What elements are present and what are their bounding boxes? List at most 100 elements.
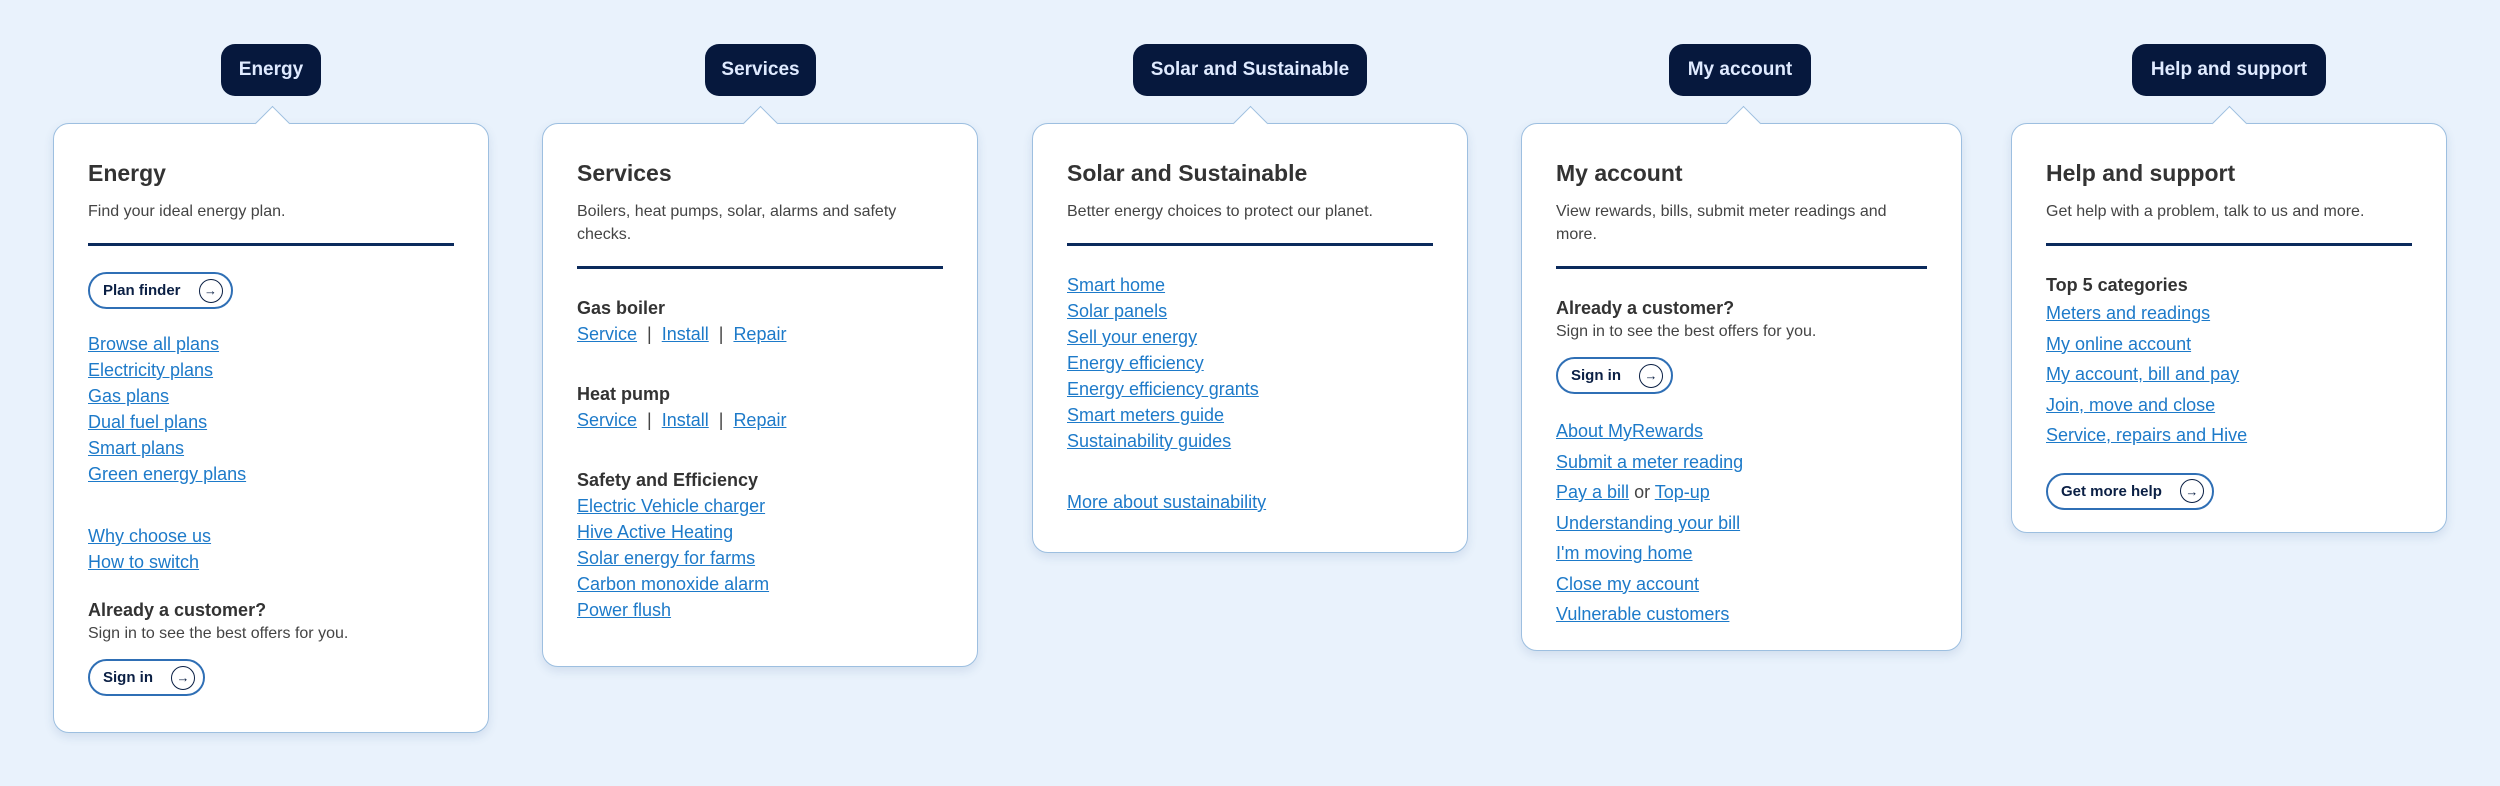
heat-pump-heading: Heat pump xyxy=(577,384,671,404)
sign-in-label: Sign in xyxy=(103,669,153,686)
link-heat-pump-service[interactable]: Service xyxy=(577,410,637,430)
link-how-to-switch[interactable]: How to switch xyxy=(88,549,199,575)
panel-notch xyxy=(254,105,291,142)
link-carbon-monoxide-alarm[interactable]: Carbon monoxide alarm xyxy=(577,571,769,597)
panel-title: Energy xyxy=(88,160,166,186)
sign-in-button[interactable]: Sign in → xyxy=(88,659,205,696)
tab-help-and-support[interactable]: Help and support xyxy=(2132,44,2326,96)
link-sell-your-energy[interactable]: Sell your energy xyxy=(1067,324,1197,350)
link-energy-efficiency-grants[interactable]: Energy efficiency grants xyxy=(1067,376,1259,402)
link-close-my-account[interactable]: Close my account xyxy=(1556,569,1699,600)
customer-heading: Already a customer? xyxy=(1556,298,1735,318)
separator: | xyxy=(718,324,724,344)
solar-links: Smart home Solar panels Sell your energy… xyxy=(1067,272,1433,454)
link-power-flush[interactable]: Power flush xyxy=(577,597,671,623)
account-links: About MyRewards Submit a meter reading P… xyxy=(1556,416,1927,630)
link-dual-fuel-plans[interactable]: Dual fuel plans xyxy=(88,409,207,435)
link-my-online-account[interactable]: My online account xyxy=(2046,329,2191,360)
link-heat-pump-repair[interactable]: Repair xyxy=(733,410,786,430)
link-understanding-your-bill[interactable]: Understanding your bill xyxy=(1556,508,1740,539)
customer-text: Sign in to see the best offers for you. xyxy=(88,625,349,642)
divider xyxy=(577,266,943,269)
sign-in-label: Sign in xyxy=(1571,367,1621,384)
energy-plan-links: Browse all plans Electricity plans Gas p… xyxy=(88,331,454,487)
separator: | xyxy=(647,410,652,430)
link-gas-boiler-install[interactable]: Install xyxy=(662,324,709,344)
tab-energy[interactable]: Energy xyxy=(221,44,321,96)
panel-description: View rewards, bills, submit meter readin… xyxy=(1556,203,1887,243)
link-more-about-sustainability[interactable]: More about sustainability xyxy=(1067,489,1266,515)
or-text: or xyxy=(1634,482,1651,502)
panel-notch xyxy=(2211,105,2248,142)
link-join-move-close[interactable]: Join, move and close xyxy=(2046,390,2215,421)
help-links: Meters and readings My online account My… xyxy=(2046,298,2412,451)
link-heat-pump-install[interactable]: Install xyxy=(662,410,709,430)
customer-heading: Already a customer? xyxy=(88,600,267,620)
link-vulnerable-customers[interactable]: Vulnerable customers xyxy=(1556,599,1729,630)
panel-title: Services xyxy=(577,160,672,186)
gas-boiler-heading: Gas boiler xyxy=(577,298,666,318)
link-browse-all-plans[interactable]: Browse all plans xyxy=(88,331,219,357)
link-gas-boiler-repair[interactable]: Repair xyxy=(733,324,786,344)
link-hive-active-heating[interactable]: Hive Active Heating xyxy=(577,519,733,545)
categories-heading: Top 5 categories xyxy=(2046,275,2188,295)
help-panel: Help and support Get help with a problem… xyxy=(2011,105,2447,533)
customer-text: Sign in to see the best offers for you. xyxy=(1556,323,1817,340)
link-about-myrewards[interactable]: About MyRewards xyxy=(1556,416,1703,447)
tab-solar-and-sustainable[interactable]: Solar and Sustainable xyxy=(1133,44,1367,96)
link-gas-plans[interactable]: Gas plans xyxy=(88,383,169,409)
link-solar-energy-farms[interactable]: Solar energy for farms xyxy=(577,545,755,571)
plan-finder-button[interactable]: Plan finder → xyxy=(88,272,233,309)
link-energy-efficiency[interactable]: Energy efficiency xyxy=(1067,350,1204,376)
safety-links: Electric Vehicle charger Hive Active Hea… xyxy=(577,493,943,623)
panel-description: Get help with a problem, talk to us and … xyxy=(2046,203,2365,220)
gas-boiler-links: Service | Install | Repair xyxy=(577,321,943,347)
get-more-help-label: Get more help xyxy=(2061,482,2162,500)
arrow-right-icon: → xyxy=(171,665,195,690)
link-meters-and-readings[interactable]: Meters and readings xyxy=(2046,298,2210,329)
account-panel: My account View rewards, bills, submit m… xyxy=(1521,105,1962,651)
arrow-right-icon: → xyxy=(1639,363,1663,388)
divider xyxy=(2046,243,2412,246)
divider xyxy=(1067,243,1433,246)
link-service-repairs-hive[interactable]: Service, repairs and Hive xyxy=(2046,420,2247,451)
link-moving-home[interactable]: I'm moving home xyxy=(1556,538,1693,569)
link-electricity-plans[interactable]: Electricity plans xyxy=(88,357,213,383)
get-more-help-button[interactable]: Get more help → xyxy=(2046,472,2214,510)
link-why-choose-us[interactable]: Why choose us xyxy=(88,523,211,549)
panel-description: Boilers, heat pumps, solar, alarms and s… xyxy=(577,203,897,243)
panel-notch xyxy=(742,105,779,142)
safety-heading: Safety and Efficiency xyxy=(577,470,759,490)
link-submit-meter-reading[interactable]: Submit a meter reading xyxy=(1556,447,1743,478)
link-green-energy-plans[interactable]: Green energy plans xyxy=(88,461,246,487)
solar-panel: Solar and Sustainable Better energy choi… xyxy=(1032,105,1468,553)
link-ev-charger[interactable]: Electric Vehicle charger xyxy=(577,493,765,519)
divider xyxy=(1556,266,1927,269)
solar-more: More about sustainability xyxy=(1067,489,1433,515)
arrow-right-icon: → xyxy=(2179,479,2204,503)
link-pay-a-bill[interactable]: Pay a bill xyxy=(1556,482,1629,502)
panel-title: Solar and Sustainable xyxy=(1067,160,1308,186)
link-gas-boiler-service[interactable]: Service xyxy=(577,324,637,344)
link-top-up[interactable]: Top-up xyxy=(1655,482,1710,502)
sign-in-button[interactable]: Sign in → xyxy=(1556,357,1673,394)
services-panel: Services Boilers, heat pumps, solar, ala… xyxy=(542,105,978,667)
panel-title: My account xyxy=(1556,160,1683,186)
panel-title: Help and support xyxy=(2046,160,2236,186)
tab-my-account[interactable]: My account xyxy=(1669,44,1811,96)
pay-bill-row: Pay a bill or Top-up xyxy=(1556,477,1710,508)
panel-description: Better energy choices to protect our pla… xyxy=(1067,203,1373,220)
panel-notch xyxy=(1725,105,1762,142)
separator: | xyxy=(647,324,652,344)
link-solar-panels[interactable]: Solar panels xyxy=(1067,298,1167,324)
link-smart-home[interactable]: Smart home xyxy=(1067,272,1165,298)
arrow-right-icon: → xyxy=(198,278,223,303)
divider xyxy=(88,243,454,246)
link-smart-plans[interactable]: Smart plans xyxy=(88,435,184,461)
link-smart-meters-guide[interactable]: Smart meters guide xyxy=(1067,402,1224,428)
tab-services[interactable]: Services xyxy=(705,44,816,96)
energy-info-links: Why choose us How to switch xyxy=(88,523,454,575)
plan-finder-label: Plan finder xyxy=(103,282,181,299)
link-sustainability-guides[interactable]: Sustainability guides xyxy=(1067,428,1231,454)
link-account-bill-pay[interactable]: My account, bill and pay xyxy=(2046,359,2239,390)
